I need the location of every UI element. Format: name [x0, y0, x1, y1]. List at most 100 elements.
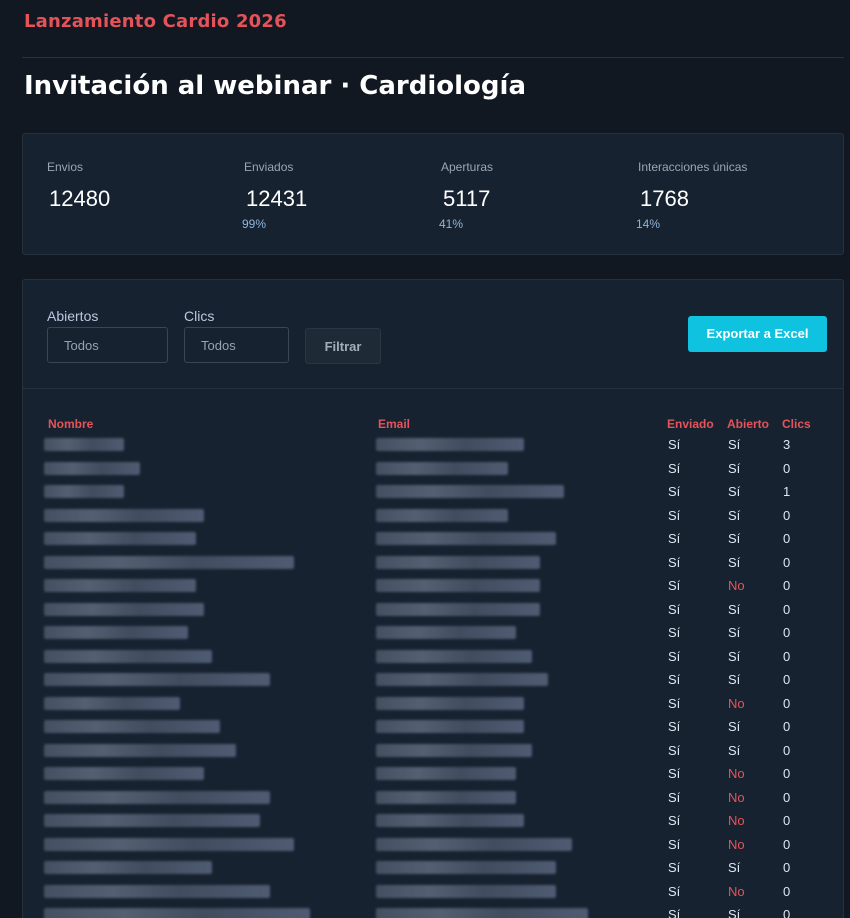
redacted-email	[376, 673, 548, 686]
opened-cell: No	[728, 813, 745, 828]
clicks-cell: 0	[783, 531, 791, 546]
stat-pct: 14%	[636, 217, 661, 231]
opened-cell: Sí	[728, 719, 741, 734]
table-row[interactable]: Sí Sí 1	[23, 482, 843, 506]
sent-cell: Sí	[668, 460, 681, 476]
table-row[interactable]: Sí Sí 0	[23, 600, 843, 624]
table-row[interactable]: Sí Sí 0	[23, 905, 843, 918]
opened-cell: Sí	[728, 554, 741, 570]
table-row[interactable]: Sí Sí 0	[23, 858, 843, 882]
stat-label: Interacciones únicas	[638, 160, 748, 174]
sent-cell: Sí	[668, 695, 681, 711]
sent-cell: Sí	[668, 507, 681, 523]
table-row[interactable]: Sí Sí 0	[23, 506, 843, 530]
column-header-email[interactable]: Email	[378, 417, 410, 431]
clicks-cell: 0	[783, 789, 791, 805]
table-row[interactable]: Sí Sí 0	[23, 553, 843, 577]
opened-cell: Sí	[728, 860, 741, 875]
redacted-name	[44, 555, 294, 569]
clicks-cell: 0	[783, 460, 791, 476]
redacted-email	[376, 790, 516, 804]
sent-cell: Sí	[668, 437, 681, 452]
sent-cell: Sí	[668, 742, 681, 758]
clicks-cell: 0	[783, 813, 791, 828]
stat-value: 12431	[246, 186, 308, 211]
redacted-name	[44, 485, 124, 498]
clicks-cell: 0	[783, 907, 791, 918]
redacted-name	[44, 814, 260, 827]
table-row[interactable]: Sí No 0	[23, 788, 843, 812]
redacted-email	[376, 461, 508, 475]
table-row[interactable]: Sí Sí 0	[23, 717, 843, 741]
opened-cell: No	[728, 578, 745, 593]
clicks-cell: 0	[783, 625, 791, 640]
sent-cell: Sí	[668, 860, 681, 875]
sent-cell: Sí	[668, 883, 681, 899]
column-header-clicks[interactable]: Clics	[782, 417, 811, 431]
table-row[interactable]: Sí No 0	[23, 811, 843, 835]
redacted-name	[44, 837, 294, 851]
opened-filter-label: Abiertos	[47, 308, 99, 324]
redacted-email	[376, 602, 540, 616]
opened-cell: No	[728, 789, 745, 805]
clicks-cell: 0	[783, 507, 791, 523]
sent-cell: Sí	[668, 554, 681, 570]
table-row[interactable]: Sí Sí 0	[23, 647, 843, 671]
table-row[interactable]: Sí No 0	[23, 576, 843, 600]
redacted-name	[44, 884, 270, 898]
column-header-sent[interactable]: Enviado	[667, 417, 714, 431]
redacted-name	[44, 649, 212, 663]
redacted-name	[44, 673, 270, 686]
table-row[interactable]: Sí No 0	[23, 835, 843, 859]
table-row[interactable]: Sí Sí 0	[23, 529, 843, 553]
clicks-cell: 0	[783, 719, 791, 734]
sent-cell: Sí	[668, 766, 681, 781]
header-divider	[22, 57, 844, 58]
column-header-name[interactable]: Nombre	[48, 417, 93, 431]
opened-cell: No	[728, 836, 745, 852]
table-row[interactable]: Sí No 0	[23, 694, 843, 718]
opened-cell: Sí	[728, 437, 741, 452]
sent-cell: Sí	[668, 531, 681, 546]
export-excel-button[interactable]: Exportar a Excel	[688, 316, 827, 352]
filter-button[interactable]: Filtrar	[305, 328, 381, 364]
opened-cell: Sí	[728, 742, 741, 758]
clicks-cell: 0	[783, 601, 791, 617]
table-row[interactable]: Sí Sí 0	[23, 670, 843, 694]
opened-cell: Sí	[728, 507, 741, 523]
stat-pct: 99%	[242, 217, 267, 231]
table-row[interactable]: Sí Sí 3	[23, 435, 843, 459]
recipients-card: Abiertos Todos Clics Todos Filtrar Expor…	[22, 279, 844, 918]
stat-label: Enviados	[244, 160, 294, 174]
stat-envios: Envios 12480	[47, 160, 110, 212]
brand-title[interactable]: Lanzamiento Cardio 2026	[24, 11, 287, 32]
table-row[interactable]: Sí No 0	[23, 882, 843, 906]
redacted-email	[376, 814, 524, 827]
redacted-email	[376, 696, 524, 710]
redacted-email	[376, 508, 508, 522]
table-row[interactable]: Sí Sí 0	[23, 741, 843, 765]
clicks-cell: 0	[783, 883, 791, 899]
clicks-cell: 0	[783, 554, 791, 570]
stat-aperturas: Aperturas 5117	[441, 160, 493, 212]
sent-cell: Sí	[668, 672, 681, 687]
table-row[interactable]: Sí Sí 0	[23, 623, 843, 647]
opened-cell: No	[728, 766, 745, 781]
table-row[interactable]: Sí Sí 0	[23, 459, 843, 483]
sent-cell: Sí	[668, 719, 681, 734]
redacted-email	[376, 626, 516, 639]
stat-enviados: Enviados 12431	[244, 160, 307, 212]
stat-interacciones: Interacciones únicas 1768	[638, 160, 747, 212]
stats-card: Envios 12480 Enviados 12431 99% Apertura…	[22, 133, 844, 255]
stat-label: Aperturas	[441, 160, 494, 174]
sent-cell: Sí	[668, 578, 681, 593]
table-row[interactable]: Sí No 0	[23, 764, 843, 788]
clicks-filter-select[interactable]: Todos	[184, 327, 289, 363]
column-header-opened[interactable]: Abierto	[727, 417, 769, 431]
clicks-cell: 0	[783, 578, 791, 593]
stat-value: 1768	[640, 186, 689, 211]
sent-cell: Sí	[668, 625, 681, 640]
redacted-email	[376, 908, 588, 918]
opened-filter-select[interactable]: Todos	[47, 327, 168, 363]
clicks-cell: 0	[783, 695, 791, 711]
